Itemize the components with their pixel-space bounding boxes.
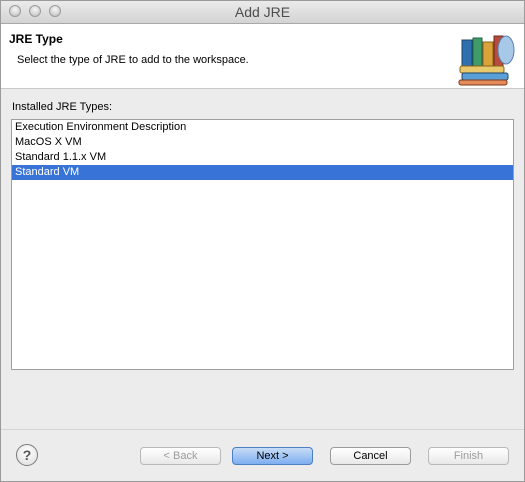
button-bar-separator bbox=[1, 429, 524, 430]
jre-types-list[interactable]: Execution Environment Description MacOS … bbox=[11, 119, 514, 370]
cancel-button[interactable]: Cancel bbox=[330, 447, 411, 465]
title-bar: Add JRE bbox=[1, 1, 524, 24]
list-item[interactable]: Execution Environment Description bbox=[12, 120, 513, 135]
window-title: Add JRE bbox=[234, 4, 291, 20]
add-jre-dialog: Add JRE JRE Type Select the type of JRE … bbox=[0, 0, 525, 482]
list-item-selected[interactable]: Standard VM bbox=[12, 165, 513, 180]
page-description: Select the type of JRE to add to the wor… bbox=[17, 54, 249, 66]
installed-jre-types-label: Installed JRE Types: bbox=[12, 101, 113, 113]
library-books-icon bbox=[458, 35, 515, 86]
list-item[interactable]: MacOS X VM bbox=[12, 135, 513, 150]
help-icon[interactable]: ? bbox=[16, 444, 38, 466]
page-title: JRE Type bbox=[9, 32, 63, 46]
wizard-header: JRE Type Select the type of JRE to add t… bbox=[1, 24, 524, 89]
finish-button[interactable]: Finish bbox=[428, 447, 509, 465]
back-button[interactable]: < Back bbox=[140, 447, 221, 465]
next-button[interactable]: Next > bbox=[232, 447, 313, 465]
list-item[interactable]: Standard 1.1.x VM bbox=[12, 150, 513, 165]
